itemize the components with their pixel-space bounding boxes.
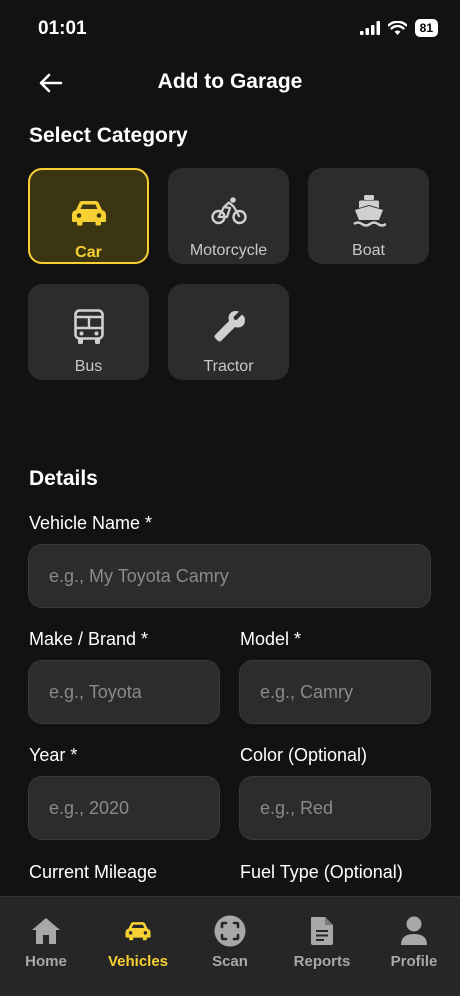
tab-profile[interactable]: Profile	[368, 915, 460, 970]
status-bar: 01:01 81	[0, 0, 460, 56]
category-label: Boat	[352, 242, 385, 259]
tab-label: Home	[25, 953, 67, 970]
category-label: Tractor	[203, 358, 254, 375]
make-input[interactable]	[28, 660, 220, 724]
color-label: Color (Optional)	[240, 745, 368, 765]
battery-indicator: 81	[414, 19, 438, 37]
car-icon	[125, 922, 151, 941]
category-motorcycle[interactable]: Motorcycle	[168, 168, 289, 264]
make-label: Make / Brand *	[29, 629, 149, 649]
bicycle-icon	[210, 197, 247, 225]
vehicle-name-label: Vehicle Name *	[29, 513, 153, 533]
header: Add to Garage	[0, 60, 460, 104]
fuel-type-label: Fuel Type (Optional)	[240, 862, 403, 882]
car-icon	[71, 201, 106, 226]
tab-label: Vehicles	[107, 953, 169, 970]
details-section-title: Details	[29, 467, 98, 490]
person-icon	[401, 916, 427, 945]
vehicle-name-input[interactable]	[28, 544, 431, 608]
model-label: Model *	[240, 629, 302, 649]
category-car[interactable]: Car	[28, 168, 149, 264]
category-section-title: Select Category	[29, 124, 188, 147]
tab-vehicles[interactable]: Vehicles	[92, 915, 184, 970]
category-boat[interactable]: Boat	[308, 168, 429, 264]
status-icons: 81	[359, 19, 438, 37]
boat-icon	[352, 195, 386, 227]
document-icon	[311, 917, 333, 945]
tab-bar: Home Vehicles Scan Reports Profile	[0, 896, 460, 996]
category-bus[interactable]: Bus	[28, 284, 149, 380]
status-time: 01:01	[38, 18, 87, 39]
category-tractor[interactable]: Tractor	[168, 284, 289, 380]
year-input[interactable]	[28, 776, 220, 840]
tab-label: Profile	[390, 953, 438, 970]
page-title: Add to Garage	[157, 70, 303, 93]
category-label: Bus	[74, 358, 103, 375]
tab-label: Scan	[212, 953, 248, 970]
home-icon	[32, 918, 60, 944]
model-input[interactable]	[239, 660, 431, 724]
category-label: Motorcycle	[189, 242, 268, 259]
tab-reports[interactable]: Reports	[276, 915, 368, 970]
category-label: Car	[75, 244, 102, 261]
color-input[interactable]	[239, 776, 431, 840]
tab-home[interactable]: Home	[0, 915, 92, 970]
tab-label: Reports	[293, 953, 351, 970]
bus-icon	[73, 309, 104, 344]
mileage-label: Current Mileage	[29, 862, 158, 882]
year-label: Year *	[29, 745, 78, 765]
scan-icon	[214, 915, 246, 947]
signal-icon	[359, 21, 380, 35]
tab-scan[interactable]: Scan	[184, 915, 276, 970]
wrench-icon	[214, 311, 245, 342]
wifi-icon	[387, 21, 407, 35]
